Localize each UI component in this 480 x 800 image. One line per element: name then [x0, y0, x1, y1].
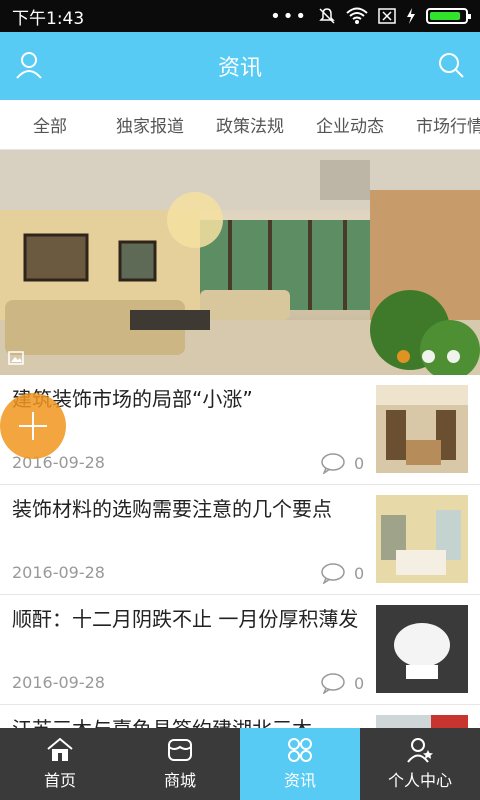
comment-count: 0	[320, 562, 364, 584]
home-icon	[47, 737, 73, 761]
status-bar: 下午1:43 •••	[0, 0, 480, 32]
tab-policies-regulations[interactable]: 政策法规	[200, 112, 300, 137]
tab-exclusive-reports[interactable]: 独家报道	[100, 112, 200, 137]
news-thumbnail	[376, 605, 468, 693]
more-icon: •••	[270, 5, 308, 27]
carousel-dot[interactable]	[447, 350, 460, 363]
status-time: 下午1:43	[12, 8, 85, 29]
tab-company-news[interactable]: 企业动态	[300, 112, 400, 137]
comment-count-value: 0	[354, 563, 365, 583]
carousel-dot[interactable]	[397, 350, 410, 363]
mute-icon	[319, 8, 335, 24]
list-item[interactable]: 装饰材料的选购需要注意的几个要点 2016-09-28 0	[0, 485, 480, 595]
add-button[interactable]	[0, 393, 66, 459]
news-thumbnail	[376, 385, 468, 473]
news-thumbnail	[376, 495, 468, 583]
news-title: 顺酐：十二月阴跌不止 一月份厚积薄发	[12, 607, 359, 631]
carousel-dot[interactable]	[422, 350, 435, 363]
news-date: 2016-09-28	[12, 673, 105, 692]
nav-label: 首页	[43, 771, 76, 790]
comment-icon	[321, 453, 345, 474]
nav-item-profile[interactable]: 个人中心	[360, 728, 480, 800]
category-tabs: 全部 独家报道 政策法规 企业动态 市场行情	[0, 100, 480, 150]
nav-item-news[interactable]: 资讯	[240, 728, 360, 800]
charging-icon	[407, 8, 415, 24]
wifi-icon	[346, 7, 368, 24]
banner-image	[0, 150, 480, 375]
list-item[interactable]: 江苏三木与嘉鱼县签约建湖北三木	[0, 705, 480, 728]
plus-icon	[19, 412, 47, 440]
status-icons: •••	[270, 5, 471, 27]
comment-count-value: 0	[354, 453, 365, 473]
comment-count: 0	[320, 672, 364, 694]
nav-item-shop[interactable]: 商城	[120, 728, 240, 800]
comment-count: 0	[320, 452, 364, 474]
banner-carousel[interactable]	[0, 150, 480, 375]
gallery-icon	[8, 351, 24, 365]
battery-icon	[426, 8, 471, 24]
bottom-navigation: 首页 商城 资讯 个人中心	[0, 728, 480, 800]
news-list: 建筑装饰市场的局部“小涨” 2016-09-28 0 装饰材料的选购需要注意的几…	[0, 375, 480, 728]
list-item[interactable]: 顺酐：十二月阴跌不止 一月份厚积薄发 2016-09-28 0	[0, 595, 480, 705]
news-thumbnail	[376, 715, 468, 728]
comment-icon	[321, 563, 345, 584]
page-title: 资讯	[217, 56, 262, 81]
nav-item-home[interactable]: 首页	[0, 728, 120, 800]
shop-icon	[168, 739, 192, 761]
news-date: 2016-09-28	[12, 563, 105, 582]
search-icon[interactable]	[436, 50, 466, 80]
list-item[interactable]: 建筑装饰市场的局部“小涨” 2016-09-28 0	[0, 375, 480, 485]
news-title: 装饰材料的选购需要注意的几个要点	[12, 497, 332, 521]
app-bar: 资讯	[0, 32, 480, 100]
nav-label: 个人中心	[387, 771, 452, 790]
profile-icon	[407, 738, 433, 763]
nav-label: 商城	[163, 771, 196, 790]
tab-all[interactable]: 全部	[0, 112, 100, 137]
sim-icon	[378, 8, 396, 24]
comment-count-value: 0	[354, 673, 365, 693]
tab-market-prices[interactable]: 市场行情	[400, 112, 480, 137]
nav-label: 资讯	[283, 771, 316, 790]
carousel-dots	[397, 350, 460, 363]
news-icon	[288, 738, 312, 762]
news-title: 建筑装饰市场的局部“小涨”	[12, 387, 253, 411]
news-title: 江苏三木与嘉鱼县签约建湖北三木	[12, 715, 362, 728]
comment-icon	[321, 673, 345, 694]
user-icon[interactable]	[14, 50, 44, 80]
